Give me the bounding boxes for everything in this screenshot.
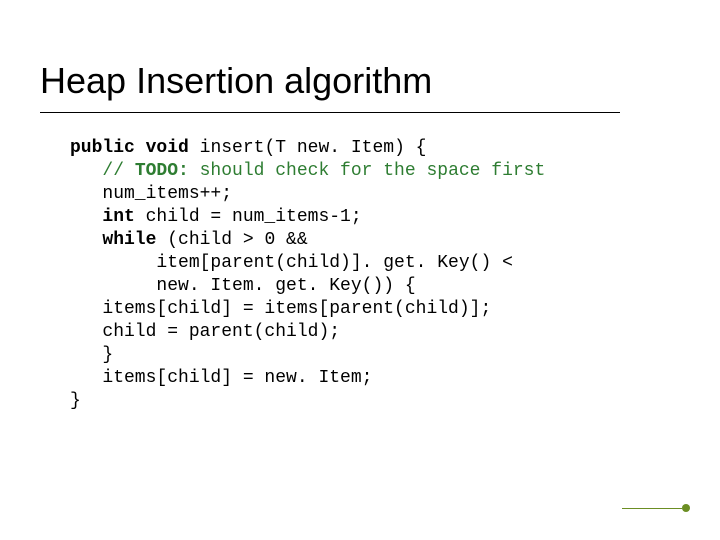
comment-slashes: // — [102, 161, 134, 181]
code-text: } — [70, 345, 113, 365]
code-text: (child > 0 && — [156, 230, 307, 250]
comment-text: should check for the space first — [189, 161, 545, 181]
code-text: } — [70, 391, 81, 411]
keyword-void: void — [146, 138, 189, 158]
slide-title: Heap Insertion algorithm — [40, 60, 680, 102]
title-underline — [40, 112, 620, 113]
decorative-line — [622, 508, 682, 509]
keyword-while: while — [102, 230, 156, 250]
slide: Heap Insertion algorithm public void ins… — [0, 0, 720, 540]
code-block: public void insert(T new. Item) { // TOD… — [70, 137, 680, 413]
keyword-int: int — [102, 207, 134, 227]
code-text: item[parent(child)]. get. Key() < — [70, 253, 513, 273]
code-text: child = num_items-1; — [135, 207, 362, 227]
code-text: child = parent(child); — [70, 322, 340, 342]
code-text — [70, 230, 102, 250]
code-text: new. Item. get. Key()) { — [70, 276, 416, 296]
keyword-public: public — [70, 138, 135, 158]
code-text: num_items++; — [70, 184, 232, 204]
code-text — [70, 207, 102, 227]
code-text: items[child] = items[parent(child)]; — [70, 299, 491, 319]
code-text: insert(T new. Item) { — [189, 138, 427, 158]
comment-todo: TODO: — [135, 161, 189, 181]
decorative-dot-icon — [682, 504, 690, 512]
code-text — [70, 161, 102, 181]
code-text: items[child] = new. Item; — [70, 368, 372, 388]
